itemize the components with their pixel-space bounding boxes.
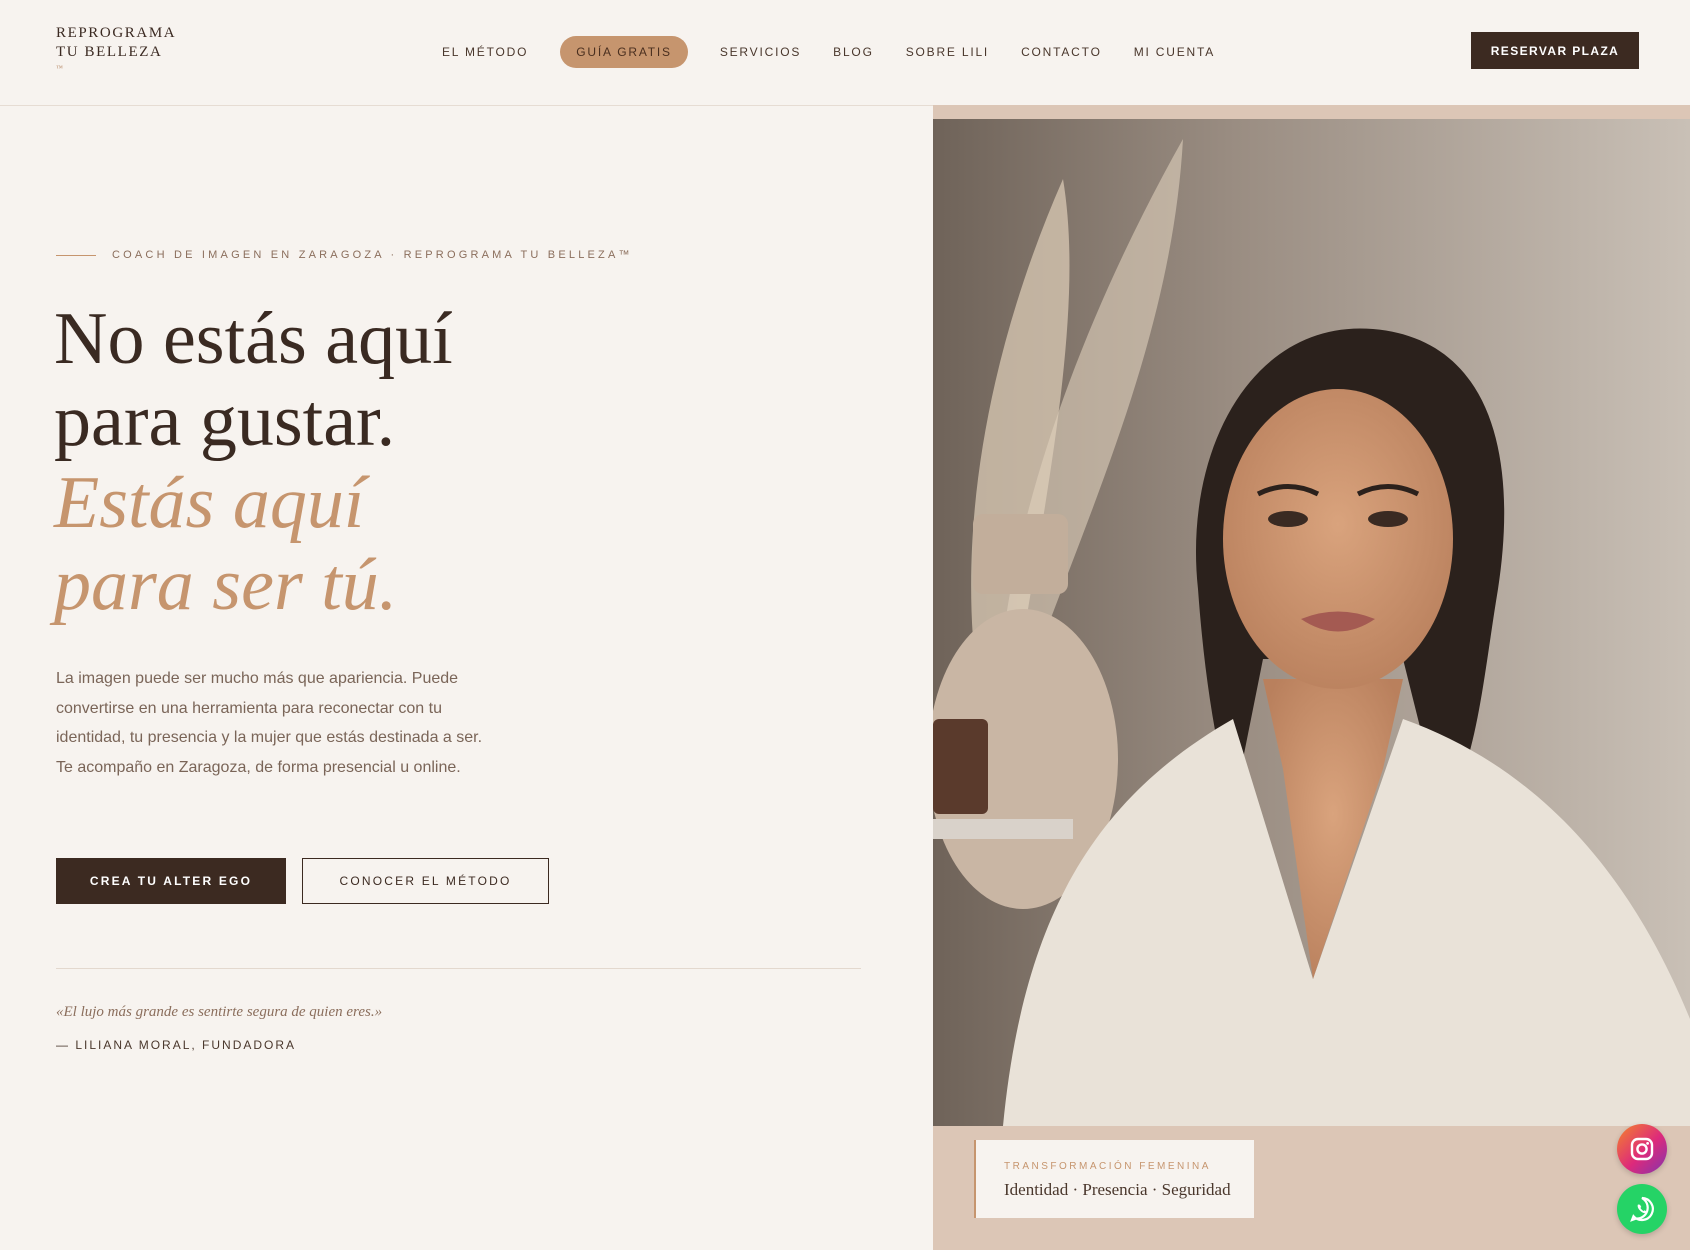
headline-line-4: para ser tú. [54,544,398,626]
hero-image-panel: TRANSFORMACIÓN FEMENINA Identidad · Pres… [933,105,1690,1250]
image-caption-card: TRANSFORMACIÓN FEMENINA Identidad · Pres… [974,1140,1254,1218]
eyebrow-divider-line [56,254,96,256]
nav-item-blog[interactable]: BLOG [833,45,874,59]
nav-item-contacto[interactable]: CONTACTO [1021,45,1102,59]
nav-item-guia-gratis[interactable]: GUÍA GRATIS [560,36,688,68]
whatsapp-icon [1630,1196,1654,1222]
brand-logo[interactable]: REPROGRAMA TU BELLEZA ™ [56,24,176,72]
headline-line-1: No estás aquí [54,298,453,380]
main-nav: EL MÉTODO GUÍA GRATIS SERVICIOS BLOG SOB… [426,36,1231,68]
brand-trademark: ™ [56,64,64,72]
site-header: REPROGRAMA TU BELLEZA ™ EL MÉTODO GUÍA G… [0,0,1690,106]
hero-divider [56,968,861,969]
instagram-button[interactable] [1617,1124,1667,1174]
nav-item-servicios[interactable]: SERVICIOS [720,45,801,59]
caption-label: TRANSFORMACIÓN FEMENINA [1004,1161,1211,1172]
caption-text: Identidad · Presencia · Seguridad [1004,1180,1231,1199]
instagram-icon [1630,1137,1654,1161]
nav-item-mi-cuenta[interactable]: MI CUENTA [1134,45,1215,59]
nav-item-el-metodo[interactable]: EL MÉTODO [442,45,528,59]
brand-line-2: TU BELLEZA [56,44,163,60]
eyebrow-text: COACH DE IMAGEN EN ZARAGOZA · REPROGRAMA… [112,249,633,261]
create-alter-ego-button[interactable]: CREA TU ALTER EGO [56,858,286,904]
hero-portrait-photo [933,119,1690,1126]
quote-author: — LILIANA MORAL, FUNDADORA [56,1038,297,1052]
headline-line-3: Estás aquí [54,462,365,544]
discover-method-button[interactable]: CONOCER EL MÉTODO [302,858,549,904]
whatsapp-button[interactable] [1617,1184,1667,1234]
hero-intro: La imagen puede ser mucho más que aparie… [56,670,483,776]
reserve-button[interactable]: RESERVAR PLAZA [1471,32,1639,69]
nav-item-sobre-lili[interactable]: SOBRE LILI [906,45,989,59]
brand-line-1: REPROGRAMA [56,25,177,41]
founder-quote: «El lujo más grande es sentirte segura d… [56,1004,383,1020]
hero-headline: No estás aquí para gustar. Estás aquí pa… [54,298,453,626]
headline-line-2: para gustar. [54,380,396,462]
portrait-illustration [933,119,1690,1126]
hero-eyebrow: COACH DE IMAGEN EN ZARAGOZA · REPROGRAMA… [56,249,633,261]
